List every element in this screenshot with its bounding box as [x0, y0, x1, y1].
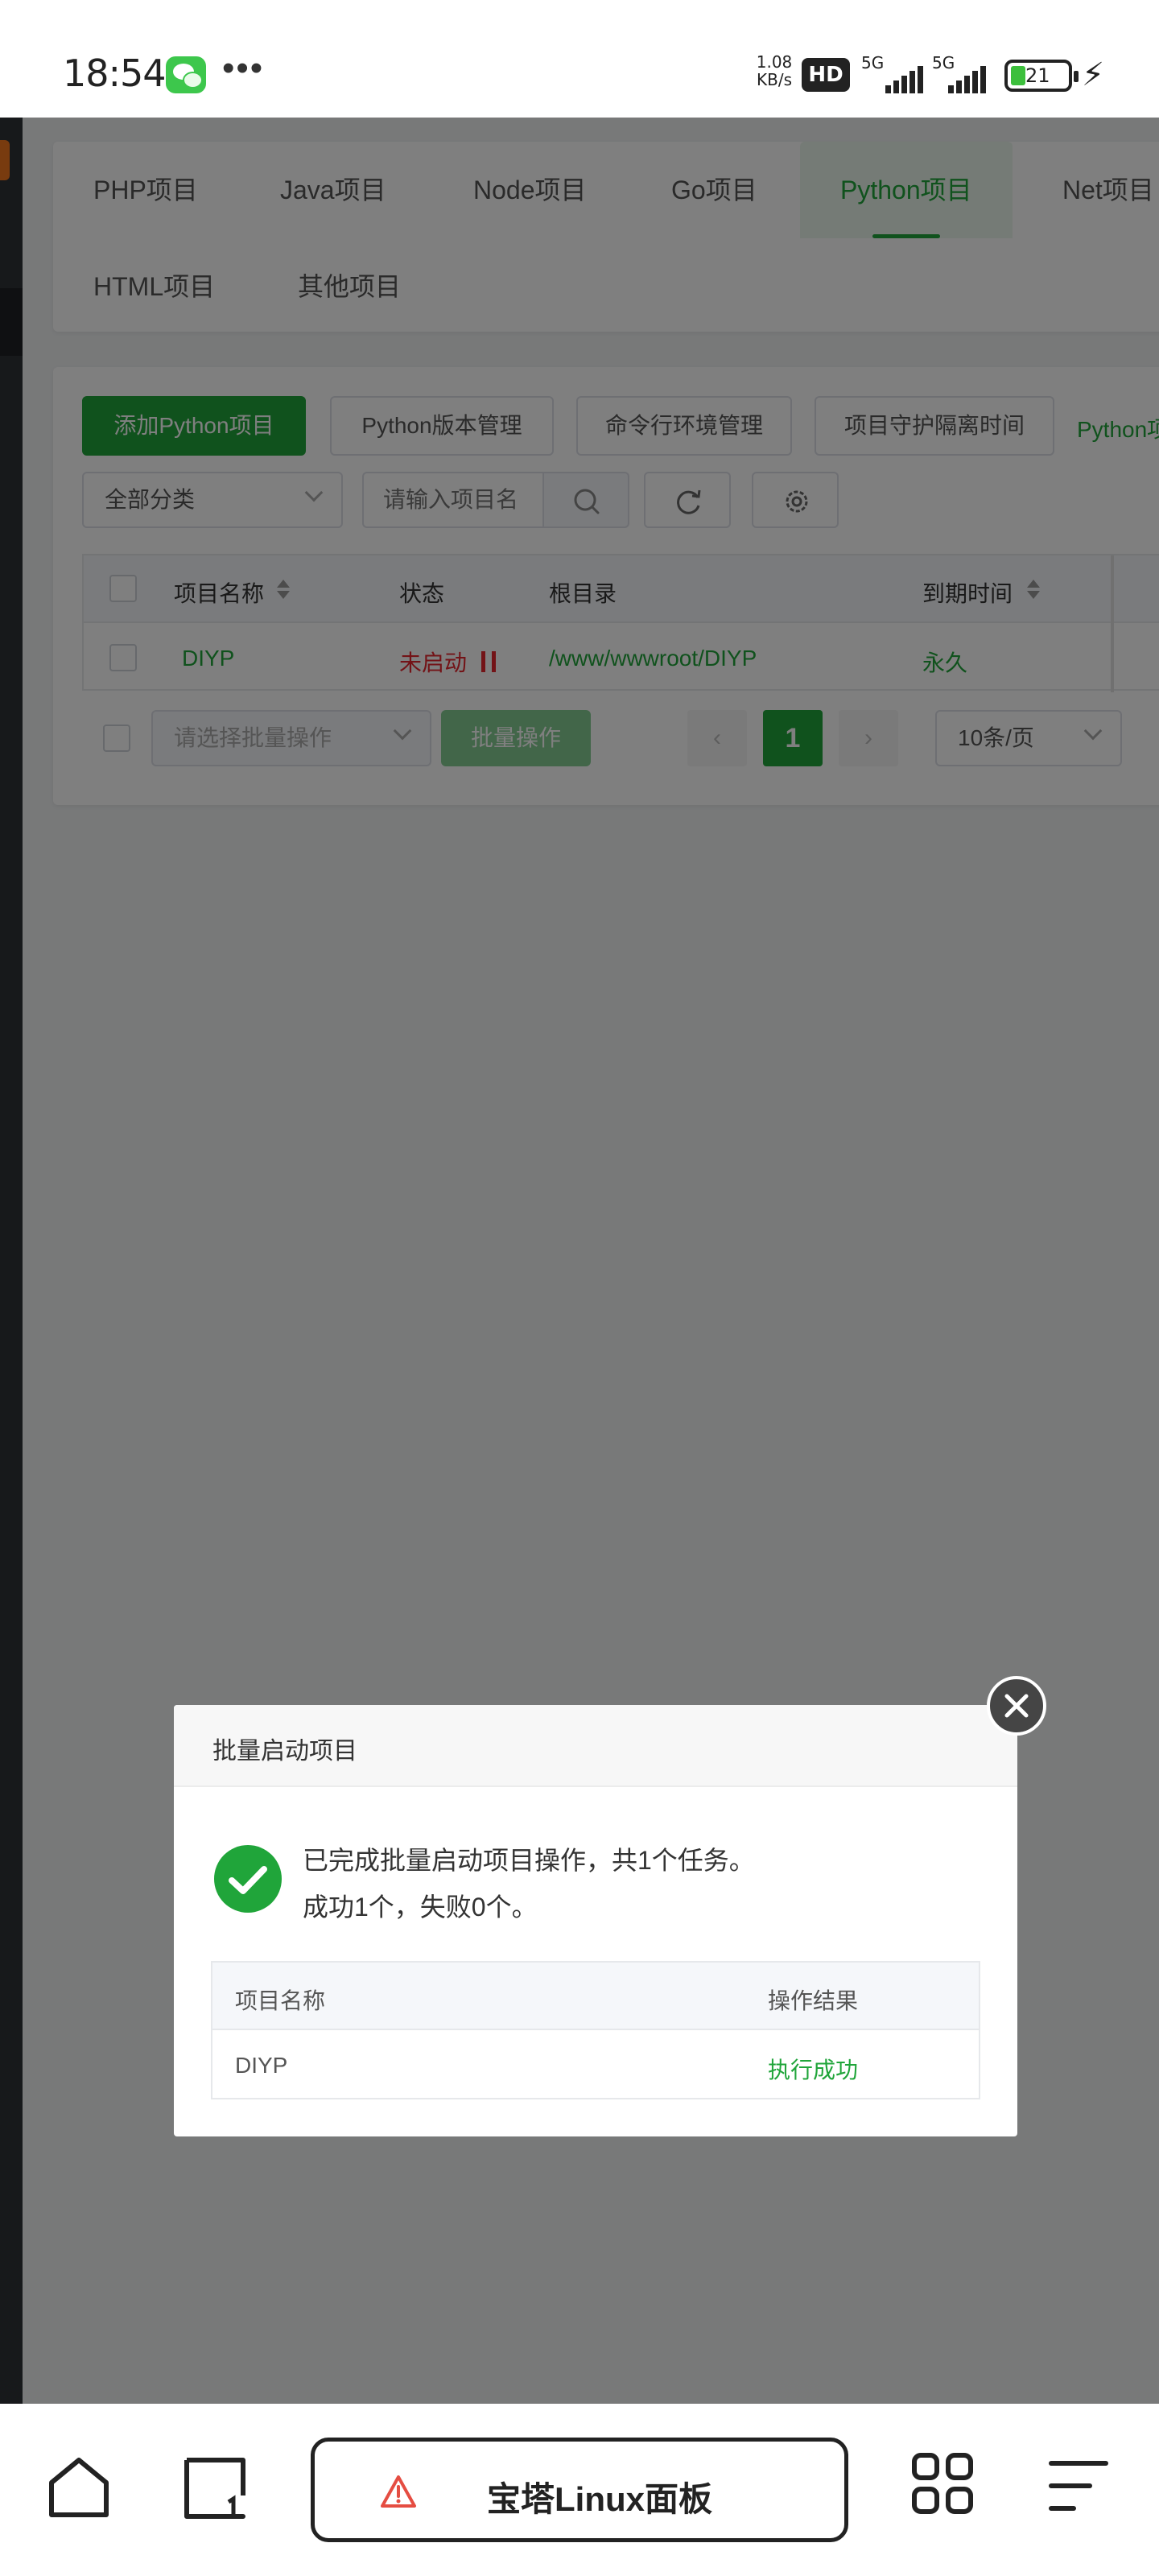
home-icon[interactable] [45, 2454, 113, 2525]
dialog-header: 批量启动项目 [174, 1705, 1017, 1787]
network-speed-unit: KB/s [757, 70, 792, 89]
batch-start-dialog: 批量启动项目 已完成批量启动项目操作，共1个任务。 成功1个，失败0个。 项目名… [174, 1705, 1017, 2136]
address-text: 宝塔Linux面板 [487, 2480, 712, 2518]
apps-icon[interactable] [909, 2450, 977, 2522]
network-speed-value: 1.08 [756, 52, 793, 72]
menu-icon[interactable] [1046, 2454, 1114, 2525]
result-status: 执行成功 [768, 2058, 859, 2083]
browser-bottom-bar: 宝塔Linux面板 [0, 2404, 1159, 2576]
success-check-icon [214, 1845, 282, 1913]
close-dialog-button[interactable] [987, 1676, 1046, 1736]
clock: 18:54 [63, 52, 167, 95]
tabs-icon[interactable] [182, 2455, 250, 2527]
signal-icon: 5G [861, 53, 926, 93]
result-table: 项目名称 操作结果 DIYP 执行成功 [211, 1961, 980, 2099]
signal-label: 5G [861, 53, 885, 72]
result-table-header: 项目名称 操作结果 [212, 1963, 979, 2030]
signal-icon: 5G [932, 53, 996, 93]
network-speed: 1.08 KB/s [752, 53, 797, 89]
result-project-name: DIYP [235, 2053, 288, 2078]
hd-voice-badge: HD [802, 58, 850, 92]
wechat-icon [166, 56, 206, 93]
address-bar[interactable]: 宝塔Linux面板 [311, 2438, 848, 2542]
signal-label: 5G [932, 53, 955, 72]
close-icon [1004, 1694, 1029, 1718]
result-message-line2: 成功1个，失败0个。 [303, 1893, 538, 1922]
status-bar: 18:54 ••• 1.08 KB/s HD 5G 5G 21 ⚡ [0, 0, 1159, 118]
header-result: 操作结果 [768, 1988, 859, 2013]
battery-level: 21 [1025, 64, 1050, 87]
charging-icon: ⚡ [1082, 57, 1105, 93]
result-message-line1: 已完成批量启动项目操作，共1个任务。 [303, 1846, 755, 1875]
header-project-name: 项目名称 [235, 1988, 326, 2013]
battery-icon: 21 [1004, 60, 1079, 92]
dialog-title: 批量启动项目 [212, 1738, 357, 1765]
warning-icon [381, 2475, 416, 2508]
more-notifications-icon: ••• [222, 48, 265, 88]
